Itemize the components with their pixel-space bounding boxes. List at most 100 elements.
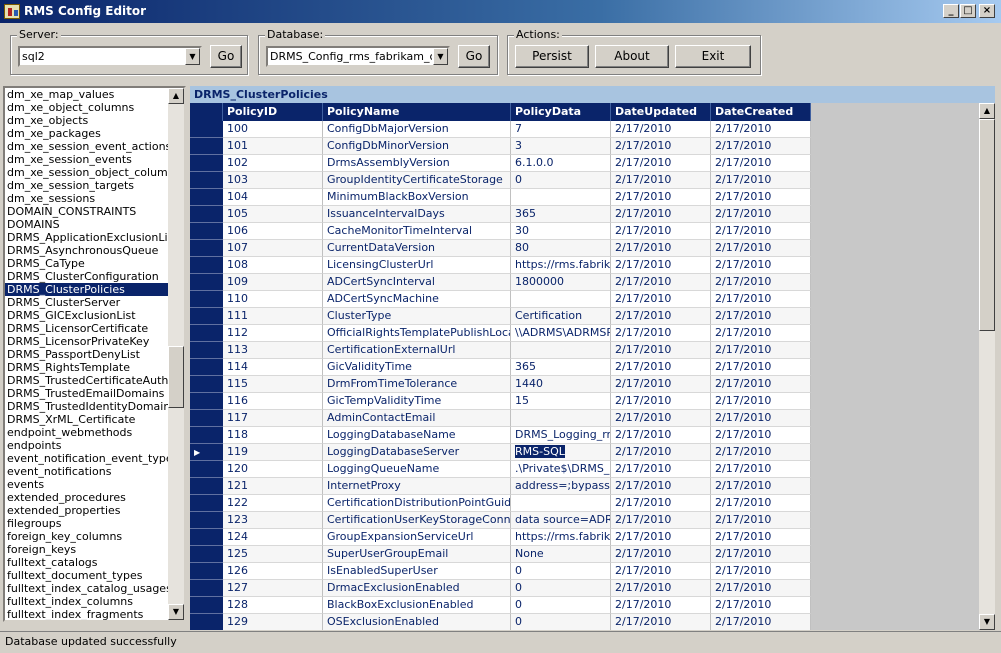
grid-cell[interactable]: 2/17/2010 (711, 444, 811, 461)
list-item[interactable]: DRMS_GICExclusionList (5, 309, 168, 322)
grid-cell[interactable]: 122 (223, 495, 323, 512)
table-row[interactable]: 119 LoggingDatabaseServer RMS-SQL 2/17/2010… (223, 444, 811, 461)
grid-cell[interactable]: 2/17/2010 (711, 155, 811, 172)
grid-cell[interactable]: 2/17/2010 (611, 359, 711, 376)
grid-cell[interactable]: OfficialRightsTemplatePublishLocation (323, 325, 511, 342)
list-item[interactable]: DRMS_AsynchronousQueue (5, 244, 168, 257)
grid-cell[interactable]: 114 (223, 359, 323, 376)
grid-cell[interactable]: 2/17/2010 (611, 308, 711, 325)
grid-cell[interactable]: https://rms.fabrika (511, 257, 611, 274)
list-item[interactable]: DRMS_RightsTemplate (5, 361, 168, 374)
list-item[interactable]: fulltext_document_types (5, 569, 168, 582)
grid-cell[interactable]: ADCertSyncInterval (323, 274, 511, 291)
grid-cell[interactable]: 2/17/2010 (611, 189, 711, 206)
row-header[interactable] (190, 376, 223, 393)
table-row[interactable]: 117 AdminContactEmail 2/17/2010 2/17/2010 (223, 410, 811, 427)
list-item[interactable]: dm_xe_sessions (5, 192, 168, 205)
grid-cell[interactable] (511, 342, 611, 359)
grid-cell[interactable] (511, 291, 611, 308)
list-item[interactable]: DRMS_LicensorCertificate (5, 322, 168, 335)
grid-cell[interactable]: 365 (511, 359, 611, 376)
scrollbar-thumb[interactable] (979, 119, 995, 331)
grid-cell[interactable] (511, 189, 611, 206)
grid-cell[interactable]: 113 (223, 342, 323, 359)
list-item[interactable]: DRMS_ApplicationExclusionList (5, 231, 168, 244)
grid-cell[interactable] (511, 410, 611, 427)
list-item[interactable]: extended_properties (5, 504, 168, 517)
grid-cell[interactable]: 111 (223, 308, 323, 325)
about-button[interactable]: About (595, 45, 669, 68)
grid-cell[interactable]: 2/17/2010 (611, 138, 711, 155)
row-header[interactable] (190, 495, 223, 512)
grid-cell[interactable]: 2/17/2010 (711, 410, 811, 427)
grid-cell[interactable]: 2/17/2010 (611, 444, 711, 461)
list-item[interactable]: event_notification_event_types (5, 452, 168, 465)
grid-cell[interactable]: 2/17/2010 (711, 495, 811, 512)
database-go-button[interactable]: Go (458, 45, 490, 68)
table-row[interactable]: 115 DrmFromTimeTolerance 1440 2/17/2010 2/17… (223, 376, 811, 393)
list-item[interactable]: dm_xe_object_columns (5, 101, 168, 114)
table-row[interactable]: 123CertificationUserKeyStorageConnectiod… (223, 512, 811, 529)
grid-cell[interactable]: DRMS_Logging_rm (511, 427, 611, 444)
table-row[interactable]: 102 DrmsAssemblyVersion 6.1.0.0 2/17/2010 2/… (223, 155, 811, 172)
grid-cell[interactable]: 116 (223, 393, 323, 410)
grid-cell[interactable]: 108 (223, 257, 323, 274)
grid-cell[interactable]: 2/17/2010 (711, 597, 811, 614)
grid-cell[interactable]: 2/17/2010 (711, 580, 811, 597)
grid-cell[interactable]: 110 (223, 291, 323, 308)
list-item[interactable]: dm_xe_map_values (5, 88, 168, 101)
scroll-up-icon[interactable]: ▲ (168, 88, 184, 104)
grid-cell[interactable]: GroupExpansionServiceUrl (323, 529, 511, 546)
server-combo[interactable]: sql2 ▼ (18, 46, 202, 67)
grid-cell[interactable]: 2/17/2010 (611, 614, 711, 630)
persist-button[interactable]: Persist (515, 45, 589, 68)
grid-cell[interactable]: 2/17/2010 (711, 342, 811, 359)
grid-cell[interactable]: LoggingDatabaseServer (323, 444, 511, 461)
grid-cell[interactable]: 120 (223, 461, 323, 478)
grid-cell[interactable]: 121 (223, 478, 323, 495)
grid-cell[interactable]: 2/17/2010 (611, 597, 711, 614)
grid-cell[interactable]: https://rms.fabrika (511, 529, 611, 546)
table-list[interactable]: dm_xe_map_values dm_xe_object_columns dm_x… (3, 86, 186, 622)
grid-cell[interactable]: 2/17/2010 (611, 206, 711, 223)
grid-cell[interactable]: InternetProxy (323, 478, 511, 495)
grid-cell[interactable]: 1800000 (511, 274, 611, 291)
grid-cell[interactable]: 119 (223, 444, 323, 461)
list-item[interactable]: DRMS_TrustedCertificateAuthoritie (5, 374, 168, 387)
maximize-icon[interactable]: □ (960, 4, 976, 18)
grid-cell[interactable]: 80 (511, 240, 611, 257)
grid-cell[interactable]: Certification (511, 308, 611, 325)
grid-cell[interactable]: CertificationUserKeyStorageConnectio (323, 512, 511, 529)
grid-cell[interactable]: 112 (223, 325, 323, 342)
row-header[interactable] (190, 206, 223, 223)
list-item[interactable]: endpoint_webmethods (5, 426, 168, 439)
list-item[interactable]: DRMS_TrustedIdentityDomain (5, 400, 168, 413)
grid-cell[interactable]: 2/17/2010 (611, 393, 711, 410)
list-item[interactable]: DRMS_CaType (5, 257, 168, 270)
list-item[interactable]: dm_xe_session_event_actions (5, 140, 168, 153)
list-item[interactable]: dm_xe_session_events (5, 153, 168, 166)
scroll-down-icon[interactable]: ▼ (168, 604, 184, 620)
grid-cell[interactable]: 103 (223, 172, 323, 189)
table-row[interactable]: 110 ADCertSyncMachine 2/17/2010 2/17/2010 (223, 291, 811, 308)
table-row[interactable]: 105 IssuanceIntervalDays 365 2/17/2010 2/17/… (223, 206, 811, 223)
grid-cell[interactable]: 2/17/2010 (611, 461, 711, 478)
table-row[interactable]: 116 GicTempValidityTime 15 2/17/2010 2/17/20… (223, 393, 811, 410)
row-header[interactable] (190, 614, 223, 630)
row-header[interactable] (190, 512, 223, 529)
minimize-icon[interactable]: _ (943, 4, 959, 18)
grid-cell[interactable]: IssuanceIntervalDays (323, 206, 511, 223)
grid-cell[interactable]: 6.1.0.0 (511, 155, 611, 172)
grid-cell[interactable]: 2/17/2010 (711, 427, 811, 444)
column-header[interactable]: DateUpdated (611, 103, 711, 121)
grid-cell[interactable]: LoggingDatabaseName (323, 427, 511, 444)
row-header[interactable] (190, 427, 223, 444)
row-header[interactable] (190, 393, 223, 410)
grid-cell[interactable]: 2/17/2010 (611, 257, 711, 274)
row-header[interactable] (190, 529, 223, 546)
table-row[interactable]: 106 CacheMonitorTimeInterval 30 2/17/2010 2/… (223, 223, 811, 240)
list-item[interactable]: foreign_key_columns (5, 530, 168, 543)
grid-cell[interactable]: data source=ADRM (511, 512, 611, 529)
grid-cell[interactable]: 2/17/2010 (711, 308, 811, 325)
list-item[interactable]: fulltext_catalogs (5, 556, 168, 569)
